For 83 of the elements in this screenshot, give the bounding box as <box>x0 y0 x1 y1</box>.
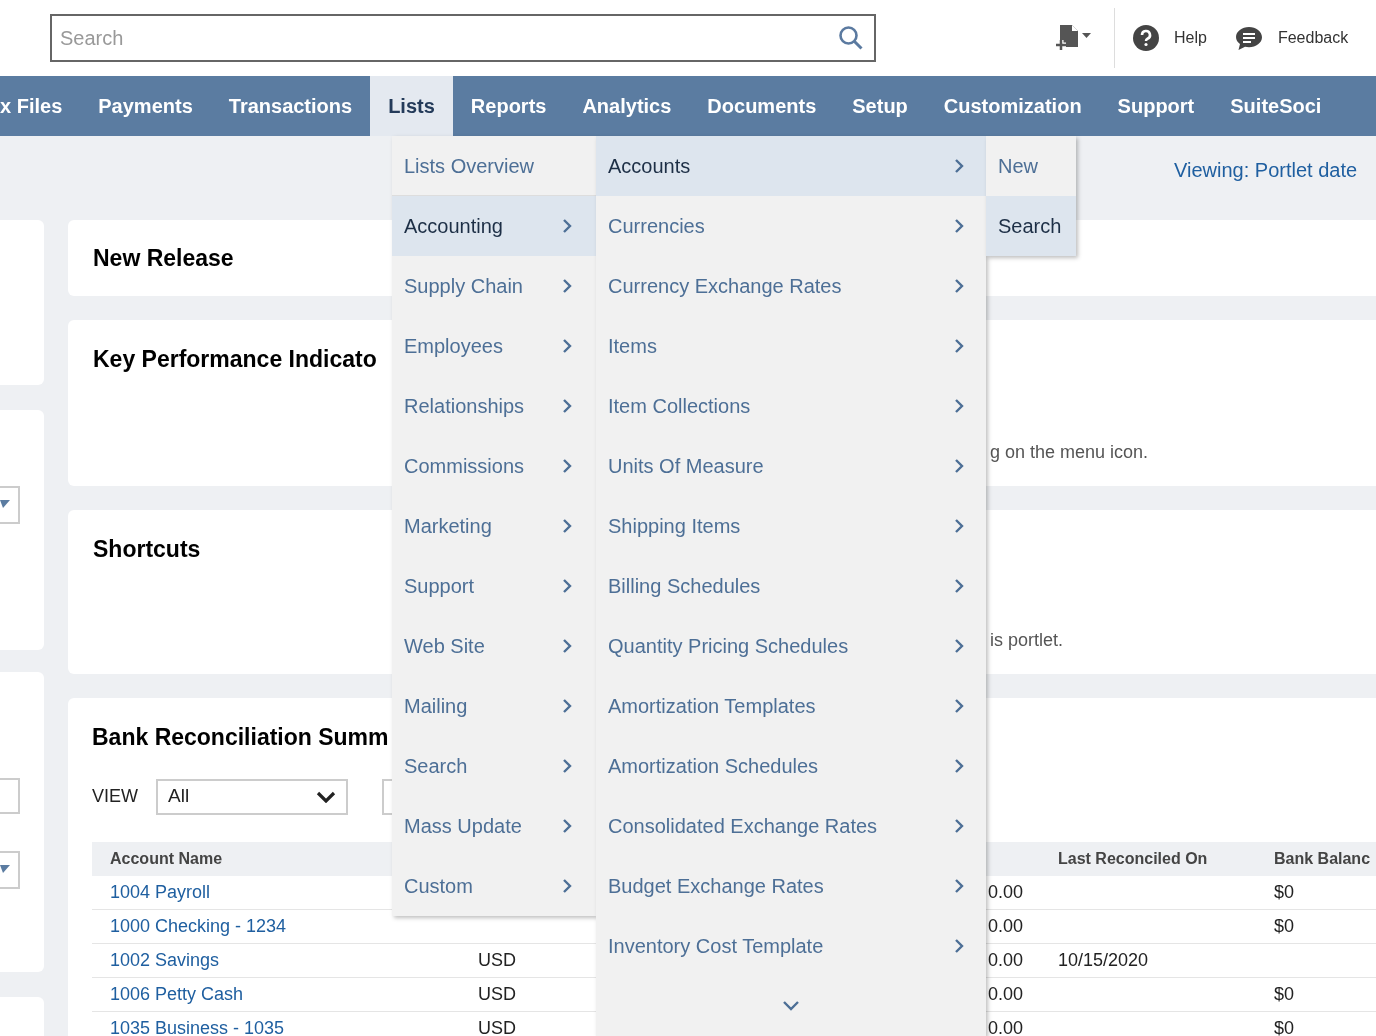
portlet-title: Key Performance Indicato <box>93 345 377 374</box>
table-cell: 0.00 <box>988 949 1024 970</box>
menu-item[interactable]: Amortization Schedules <box>596 736 986 796</box>
chat-bubble-icon[interactable] <box>1234 25 1263 51</box>
menu-item[interactable]: Items <box>596 316 986 376</box>
menu-item[interactable]: New <box>986 136 1076 196</box>
select-field[interactable] <box>0 778 20 814</box>
caret-icon <box>0 865 10 873</box>
nav-tab[interactable]: SuiteSoci <box>1212 76 1340 136</box>
menu-item[interactable]: Accounts <box>596 136 986 196</box>
menu-item[interactable]: Amortization Templates <box>596 676 986 736</box>
account-link[interactable]: 1000 Checking - 1234 <box>110 915 287 936</box>
caret-icon <box>0 500 10 508</box>
table-cell: USD <box>478 949 516 970</box>
table-cell: 0.00 <box>988 881 1024 902</box>
nav-tab[interactable]: Setup <box>834 76 926 136</box>
menu-item[interactable]: Commissions <box>392 436 596 496</box>
table-cell: 0.00 <box>988 983 1024 1004</box>
menu-item[interactable]: Mailing <box>392 676 596 736</box>
table-cell: 0.00 <box>988 915 1024 936</box>
menu-item[interactable]: Marketing <box>392 496 596 556</box>
menu-item[interactable]: Supply Chain <box>392 256 596 316</box>
chevron-down-icon[interactable] <box>782 1000 800 1012</box>
portlet-title: Shortcuts <box>93 535 201 564</box>
nav-tab[interactable]: Payments <box>80 76 211 136</box>
menu-item[interactable]: Custom <box>392 856 596 916</box>
chevron-down-icon <box>316 790 336 803</box>
menu-item[interactable]: Relationships <box>392 376 596 436</box>
menu-item[interactable]: Web Site <box>392 616 596 676</box>
portlet-title: New Release <box>93 243 234 273</box>
menu-item[interactable]: Inventory Cost Template <box>596 916 986 976</box>
menu-item[interactable]: Item Collections <box>596 376 986 436</box>
menu-item[interactable]: Quantity Pricing Schedules <box>596 616 986 676</box>
nav-tab[interactable]: Lists <box>370 76 453 136</box>
menu-item[interactable]: Units Of Measure <box>596 436 986 496</box>
table-cell: $0 <box>1274 983 1295 1004</box>
help-link[interactable]: Help <box>1174 26 1207 50</box>
table-cell: 10/15/2020 <box>1058 949 1149 970</box>
account-link[interactable]: 1004 Payroll <box>110 881 211 902</box>
search-icon[interactable] <box>838 25 864 51</box>
account-link[interactable]: 1006 Petty Cash <box>110 983 244 1004</box>
viewing-link[interactable]: Viewing: Portlet date <box>1174 155 1358 185</box>
column-header: Bank Balanc <box>1274 849 1371 867</box>
menu-item[interactable]: Shipping Items <box>596 496 986 556</box>
nav-tab[interactable]: Documents <box>689 76 835 136</box>
column-header: Last Reconciled On <box>1058 849 1208 867</box>
menu-item[interactable]: Currency Exchange Rates <box>596 256 986 316</box>
menu-item[interactable]: Search <box>986 196 1076 256</box>
nav-tab[interactable]: Analytics <box>564 76 690 136</box>
portlet-title: Bank Reconciliation Summ <box>92 723 389 752</box>
view-label: VIEW <box>92 785 138 808</box>
menu-item[interactable]: Accounting <box>392 196 596 256</box>
search-field[interactable]: Search <box>50 14 876 62</box>
menu-item[interactable]: Search <box>392 736 596 796</box>
table-cell: $0 <box>1274 1017 1295 1036</box>
add-document-icon[interactable] <box>1054 23 1094 53</box>
feedback-link[interactable]: Feedback <box>1277 26 1349 50</box>
select-field[interactable] <box>0 851 20 889</box>
nav-tab[interactable]: Transactions <box>210 76 371 136</box>
account-link[interactable]: 1002 Savings <box>110 949 220 970</box>
nav-tab[interactable]: x Files <box>0 76 81 136</box>
menu-item[interactable]: Employees <box>392 316 596 376</box>
select-field[interactable] <box>0 486 20 524</box>
account-link[interactable]: 1035 Business - 1035 <box>110 1017 285 1036</box>
menu-item[interactable]: Mass Update <box>392 796 596 856</box>
portlet-message: g on the menu icon. <box>990 440 1149 464</box>
nav-tab[interactable]: Reports <box>452 76 565 136</box>
help-icon[interactable] <box>1133 25 1159 51</box>
menu-item[interactable]: Consolidated Exchange Rates <box>596 796 986 856</box>
column-header: Account Name <box>110 849 223 867</box>
nav-tab[interactable]: Support <box>1099 76 1213 136</box>
view-select[interactable]: All <box>156 778 348 815</box>
menu-item[interactable]: Billing Schedules <box>596 556 986 616</box>
menu-item[interactable]: Budget Exchange Rates <box>596 856 986 916</box>
table-cell: USD <box>478 983 516 1004</box>
menu-item[interactable]: Support <box>392 556 596 616</box>
menu-item[interactable]: Currencies <box>596 196 986 256</box>
table-cell: 0.00 <box>988 1017 1024 1036</box>
table-cell: USD <box>478 1017 516 1036</box>
portlet-message: is portlet. <box>990 628 1064 652</box>
table-cell: $0 <box>1274 881 1295 902</box>
nav-tab[interactable]: Customization <box>925 76 1100 136</box>
table-cell: $0 <box>1274 915 1295 936</box>
